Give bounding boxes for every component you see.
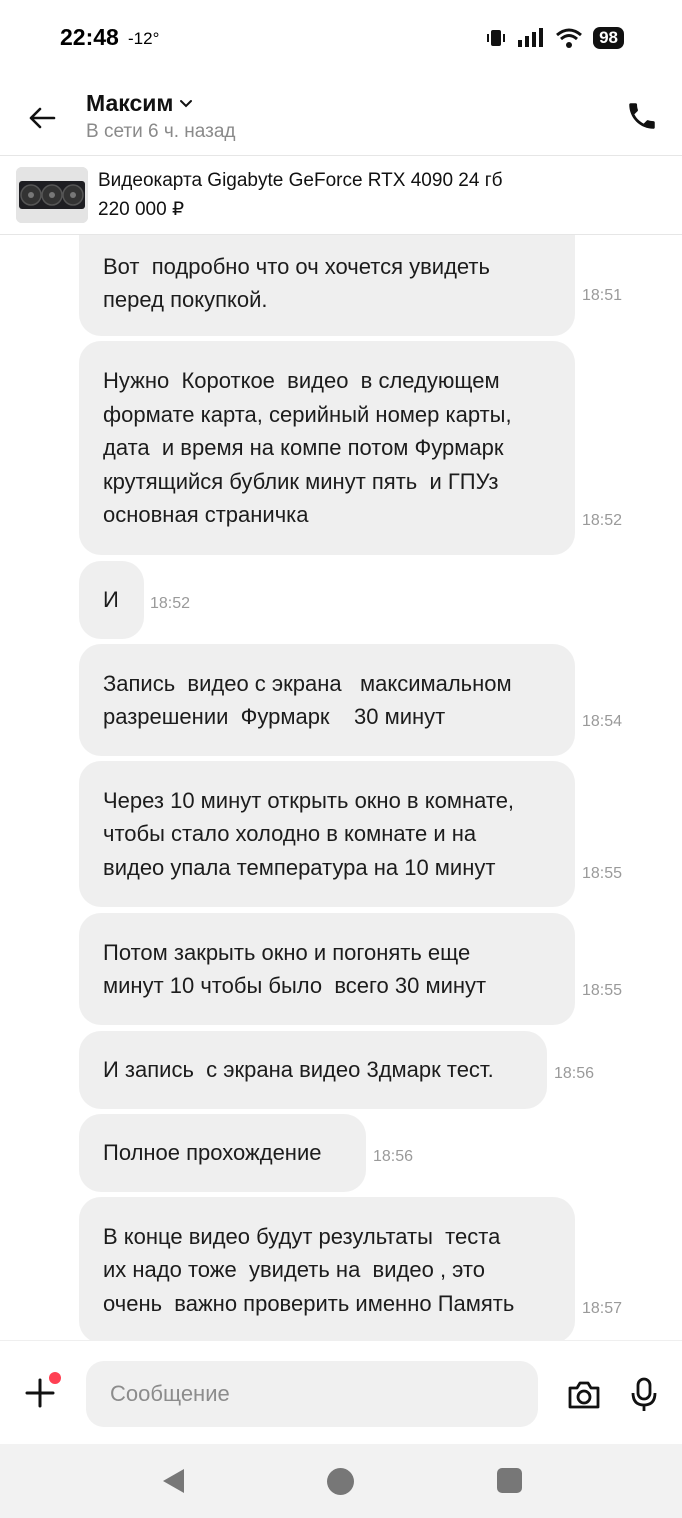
message-item[interactable]: Запись видео с экрана максимальном разре… [79,644,622,756]
message-item[interactable]: Потом закрыть окно и погонять еще минут … [79,913,622,1025]
status-bar: 22:48 -12° 98 [0,0,682,76]
wifi-icon [556,28,583,48]
microphone-button[interactable] [624,1375,664,1415]
product-card[interactable]: Видеокарта Gigabyte GeForce RTX 4090 24 … [0,157,682,235]
status-time: 22:48 [60,24,119,50]
microphone-icon [631,1377,657,1411]
message-text: И запись с экрана видео 3дмарк тест. [103,1057,494,1083]
message-input[interactable] [86,1361,538,1427]
vibrate-icon [487,30,506,46]
chat-header: Максим В сети 6 ч. назад [0,76,682,156]
nav-recents-icon[interactable] [497,1468,522,1493]
message-bubble: В конце видео будут результаты теста их … [79,1197,575,1340]
arrow-left-icon [29,107,56,129]
message-item[interactable]: И запись с экрана видео 3дмарк тест. 18:… [79,1031,594,1109]
contact-status: В сети 6 ч. назад [86,121,236,142]
message-text: И [103,587,119,613]
product-title: Видеокарта Gigabyte GeForce RTX 4090 24 … [98,170,503,191]
product-image [16,167,88,223]
message-item[interactable]: И 18:52 [79,561,190,639]
nav-home-icon[interactable] [327,1468,354,1495]
signal-icon [518,28,544,47]
product-price: 220 000 ₽ [98,199,185,220]
message-bubble: Нужно Короткое видео в следующем формате… [79,341,575,555]
message-text: В конце видео будут результаты теста их … [103,1223,515,1316]
message-bubble: Потом закрыть окно и погонять еще минут … [79,913,575,1025]
message-time: 18:57 [582,1300,623,1317]
call-button[interactable] [622,96,662,136]
message-time: 18:55 [582,865,623,882]
message-time: 18:52 [150,595,191,612]
camera-icon [568,1381,600,1409]
notification-dot [49,1372,61,1384]
message-item[interactable]: Через 10 минут открыть окно в комнате, ч… [79,761,622,907]
message-time: 18:56 [554,1065,595,1082]
message-text: Через 10 минут открыть окно в комнате, ч… [103,787,515,880]
message-text: Запись видео с экрана максимальном разре… [103,670,512,730]
message-item[interactable]: Вот подробно что оч хочется увидеть пере… [79,235,622,336]
camera-button[interactable] [564,1375,604,1415]
back-button[interactable] [22,98,62,138]
graphics-card-image [16,167,88,223]
message-time: 18:51 [582,287,623,304]
message-bubble: Через 10 минут открыть окно в комнате, ч… [79,761,575,907]
phone-icon [629,103,655,129]
message-item[interactable]: В конце видео будут результаты теста их … [79,1197,622,1340]
message-text: Полное прохождение [103,1140,322,1166]
message-time: 18:52 [582,512,623,529]
battery-indicator: 98 [593,27,624,49]
message-bubble: Запись видео с экрана максимальном разре… [79,644,575,756]
message-item[interactable]: Полное прохождение 18:56 [79,1114,413,1192]
message-text: Нужно Короткое видео в следующем формате… [103,368,512,528]
message-list[interactable]: Вот подробно что оч хочется увидеть пере… [0,235,682,1340]
message-bubble: Полное прохождение [79,1114,366,1192]
message-item[interactable]: Нужно Короткое видео в следующем формате… [79,341,622,555]
message-bubble: И [79,561,144,639]
contact-name-dropdown[interactable]: Максим [86,90,193,117]
status-icons: 98 [485,24,624,52]
system-navigation-bar [0,1444,682,1518]
nav-back-icon[interactable] [158,1466,188,1496]
contact-name: Максим [86,90,174,116]
message-composer [0,1340,682,1444]
chevron-down-icon [180,99,193,107]
status-temperature: -12° [128,29,160,48]
message-time: 18:56 [373,1148,414,1165]
message-time: 18:54 [582,713,623,730]
message-bubble: Вот подробно что оч хочется увидеть пере… [79,235,575,336]
message-text: Вот подробно что оч хочется увидеть пере… [103,253,490,313]
message-bubble: И запись с экрана видео 3дмарк тест. [79,1031,547,1109]
message-time: 18:55 [582,982,623,999]
message-text: Потом закрыть окно и погонять еще минут … [103,939,487,999]
